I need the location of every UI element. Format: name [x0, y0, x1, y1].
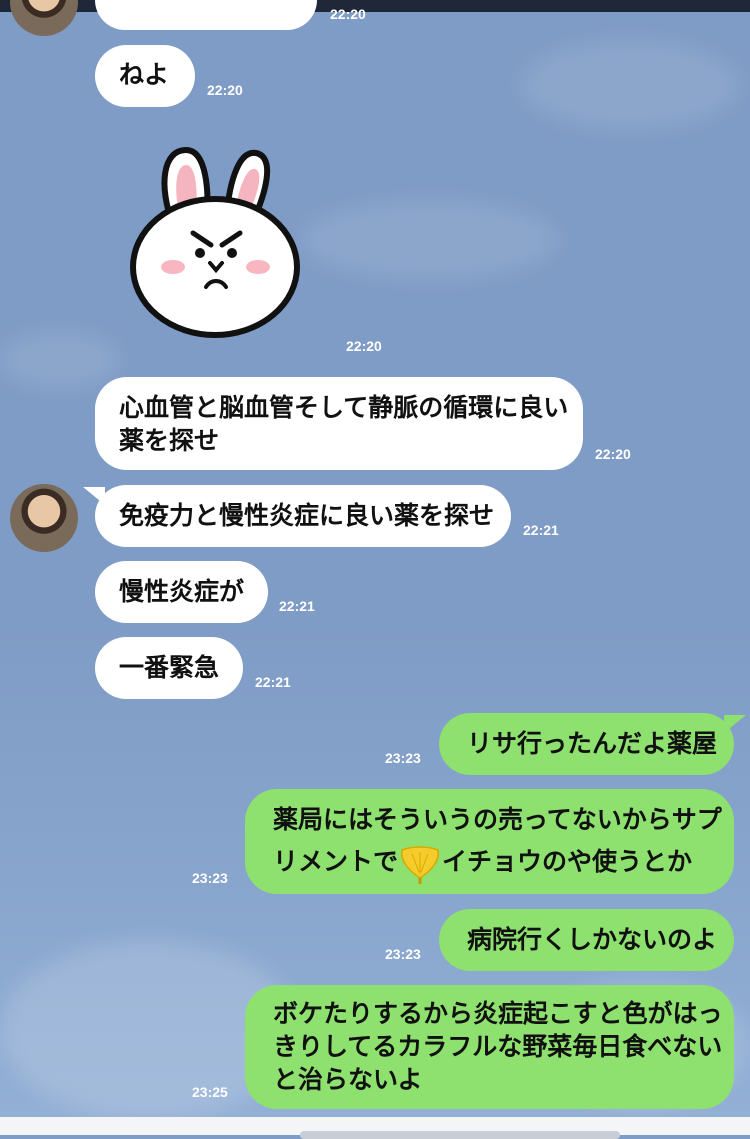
message-text-line: ボケたりするから炎症起こすと色がはっ	[273, 999, 723, 1028]
message-timestamp: 23:23	[385, 946, 421, 962]
message-timestamp: 22:20	[346, 338, 382, 354]
message-timestamp: 22:20	[207, 82, 243, 98]
message-bubble-incoming[interactable]: 一番緊急	[95, 637, 243, 699]
message-text-line: リメントで イチョウのや使うとか	[273, 844, 734, 884]
message-text: 病院行くしかないのよ	[467, 925, 718, 954]
message-timestamp: 22:21	[279, 598, 315, 614]
message-timestamp: 23:23	[385, 750, 421, 766]
message-text-line: きりしてるカラフルな野菜毎日食べない	[273, 1032, 723, 1061]
message-text: ねよ	[119, 60, 170, 89]
message-timestamp: 22:21	[523, 522, 559, 538]
background-cloud	[300, 200, 560, 280]
ginkgo-leaf-icon	[400, 846, 440, 884]
message-text-line: 薬局にはそういうの売ってないからサプ	[273, 805, 722, 834]
message-bubble-incoming[interactable]	[95, 0, 317, 30]
message-text: 慢性炎症が	[119, 577, 245, 606]
message-bubble-outgoing[interactable]: 薬局にはそういうの売ってないからサプ リメントで イチョウのや使うとか	[245, 789, 734, 894]
background-cloud	[520, 40, 740, 130]
message-text-line: 心血管と脳血管そして静脈の循環に良い	[119, 393, 569, 422]
message-bubble-outgoing[interactable]: リサ行ったんだよ薬屋	[439, 713, 746, 775]
message-text: 免疫力と慢性炎症に良い薬を探せ	[119, 501, 495, 530]
message-timestamp: 23:23	[192, 870, 228, 886]
input-bar	[0, 1117, 750, 1139]
message-timestamp: 22:21	[255, 674, 291, 690]
message-bubble-incoming[interactable]: 免疫力と慢性炎症に良い薬を探せ	[83, 485, 511, 547]
message-text-line: と治らないよ	[273, 1065, 423, 1094]
message-timestamp: 23:25	[192, 1084, 228, 1100]
angry-bunny-sticker[interactable]	[128, 145, 303, 340]
message-input-field[interactable]	[300, 1131, 620, 1139]
message-text: リサ行ったんだよ薬屋	[467, 729, 718, 758]
message-text: 一番緊急	[119, 653, 220, 682]
message-text-segment: イチョウのや使うとか	[442, 847, 693, 876]
message-bubble-outgoing[interactable]: ボケたりするから炎症起こすと色がはっ きりしてるカラフルな野菜毎日食べない と治…	[245, 985, 734, 1109]
message-timestamp: 22:20	[330, 6, 366, 22]
message-bubble-incoming[interactable]: ねよ	[95, 45, 195, 107]
background-cloud	[0, 330, 120, 390]
message-bubble-outgoing[interactable]: 病院行くしかないのよ	[439, 909, 734, 971]
message-bubble-incoming[interactable]: 心血管と脳血管そして静脈の循環に良い 薬を探せ	[95, 377, 583, 470]
message-text-line: 薬を探せ	[119, 426, 220, 455]
message-timestamp: 22:20	[595, 446, 631, 462]
sender-avatar[interactable]	[10, 0, 78, 36]
message-text-segment: リメントで	[273, 847, 399, 876]
message-bubble-incoming[interactable]: 慢性炎症が	[95, 561, 268, 623]
sender-avatar[interactable]	[10, 484, 78, 552]
